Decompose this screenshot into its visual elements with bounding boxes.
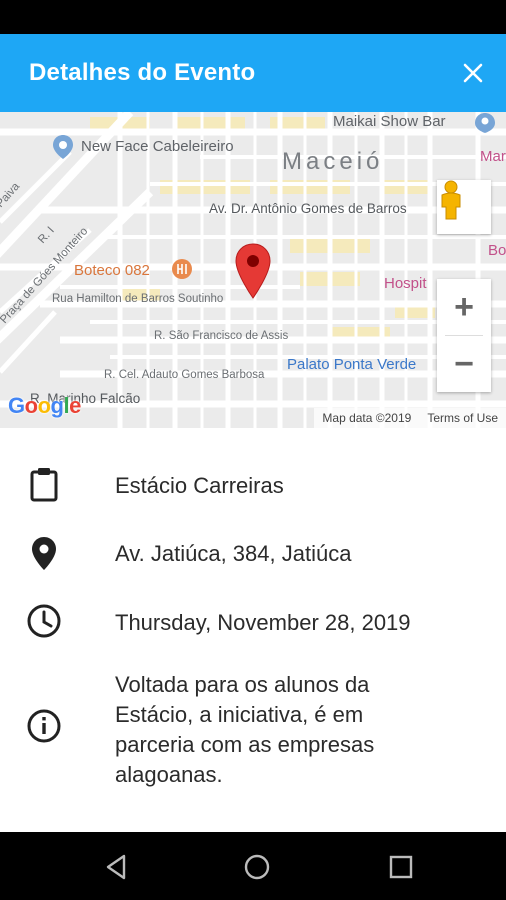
event-description-row: Voltada para os alunos da Estácio, a ini… [0,670,506,795]
terms-link[interactable]: Terms of Use [419,411,506,425]
event-address-row: Av. Jatiúca, 384, Jatiúca [0,535,506,575]
map-poi-label: Maikai Show Bar [333,113,446,130]
map-view[interactable]: New Face Cabeleireiro Maikai Show Bar Ma… [0,112,506,428]
event-name-row: Estácio Carreiras [0,466,506,506]
app-bar: Detalhes do Evento [0,34,506,112]
event-description: Voltada para os alunos da Estácio, a ini… [115,672,375,787]
zoom-out-button[interactable]: − [437,336,491,392]
map-street-label: Av. Dr. Antônio Gomes de Barros [209,201,407,216]
restaurant-icon [172,259,192,279]
map-poi-label: Boteco 082 [74,262,150,279]
info-icon [27,709,61,743]
map-poi-label: Hospit [384,275,427,292]
status-bar [0,0,506,34]
back-icon[interactable] [102,852,132,882]
page-title: Detalhes do Evento [29,59,256,86]
event-date: Thursday, November 28, 2019 [115,610,411,635]
event-address: Av. Jatiúca, 384, Jatiúca [115,541,352,566]
map-street-label: Rua Hamilton de Barros Soutinho [52,293,224,305]
navigation-bar [0,832,506,900]
google-logo: Google [8,393,81,418]
map-city-label: Maceió [282,148,384,175]
map-data-text: Map data ©2019 [322,411,412,425]
map-poi-label: Palato Ponta Verde [287,356,417,373]
map-poi-label: Maria [480,148,506,165]
recents-icon[interactable] [386,852,416,882]
zoom-in-button[interactable]: + [437,279,491,335]
map-attribution: Map data ©2019 Terms of Use [314,408,506,428]
close-icon[interactable] [458,58,488,88]
clipboard-icon [30,468,58,502]
zoom-controls: + − [437,279,491,392]
street-view-button[interactable] [437,180,491,234]
clock-icon [27,604,61,638]
pegman-icon [441,180,461,220]
map-poi-label: New Face Cabeleireiro [81,138,234,155]
map-poi-label: Bo [488,242,506,259]
location-marker-icon[interactable] [234,242,272,300]
poi-marker-icon [475,113,495,133]
event-date-row: Thursday, November 28, 2019 [0,603,506,643]
zoom-out-icon: − [454,345,474,383]
zoom-in-icon: + [454,288,474,326]
poi-marker-icon [53,135,73,159]
location-pin-icon [32,537,56,570]
event-name: Estácio Carreiras [115,473,284,498]
map-street-label: R. Cel. Adauto Gomes Barbosa [104,369,265,381]
map-street-label: R. São Francisco de Assis [154,330,289,342]
home-icon[interactable] [242,852,272,882]
